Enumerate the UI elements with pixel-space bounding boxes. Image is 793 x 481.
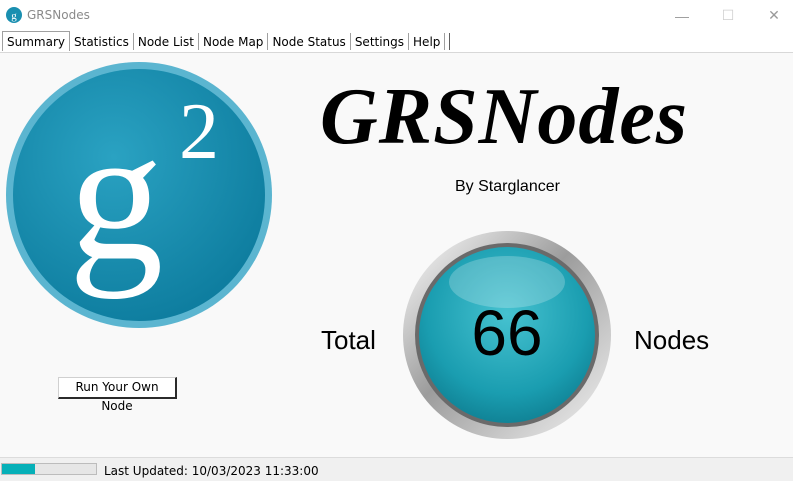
groestlcoin-logo-icon: g 2 xyxy=(6,62,272,328)
tab-node-status[interactable]: Node Status xyxy=(268,33,351,50)
minimize-button[interactable]: — xyxy=(659,0,705,31)
close-icon: ✕ xyxy=(768,7,780,23)
tab-node-list[interactable]: Node List xyxy=(134,33,199,50)
svg-text:g: g xyxy=(69,90,164,300)
svg-text:g: g xyxy=(11,10,17,22)
last-updated-text: Last Updated: 10/03/2023 11:33:00 xyxy=(104,464,319,478)
tab-statistics[interactable]: Statistics xyxy=(70,33,134,50)
app-name-heading: GRSNodes xyxy=(320,73,689,161)
node-count-value: 66 xyxy=(471,297,543,369)
refresh-progress-bar xyxy=(1,463,97,475)
svg-text:2: 2 xyxy=(179,88,219,176)
run-your-own-node-button[interactable]: Run Your Own Node xyxy=(58,377,177,413)
window-title: GRSNodes xyxy=(27,8,90,22)
nodes-label: Nodes xyxy=(634,325,710,355)
tab-summary[interactable]: Summary xyxy=(2,31,70,51)
tab-help[interactable]: Help xyxy=(409,33,446,50)
tab-divider xyxy=(448,33,451,50)
progress-fill xyxy=(2,464,35,474)
status-bar: Last Updated: 10/03/2023 11:33:00 xyxy=(0,457,793,481)
maximize-button[interactable]: ☐ xyxy=(705,0,751,31)
app-icon: g xyxy=(6,7,22,23)
close-button[interactable]: ✕ xyxy=(751,0,793,31)
tab-strip: Summary Statistics Node List Node Map No… xyxy=(0,31,793,52)
title-bar: g GRSNodes — ☐ ✕ xyxy=(0,0,793,31)
author-byline: By Starglancer xyxy=(455,178,560,195)
tab-settings[interactable]: Settings xyxy=(351,33,410,50)
total-label: Total xyxy=(321,325,376,355)
minimize-icon: — xyxy=(675,7,689,24)
maximize-icon: ☐ xyxy=(721,7,735,23)
tab-node-map[interactable]: Node Map xyxy=(199,33,269,50)
